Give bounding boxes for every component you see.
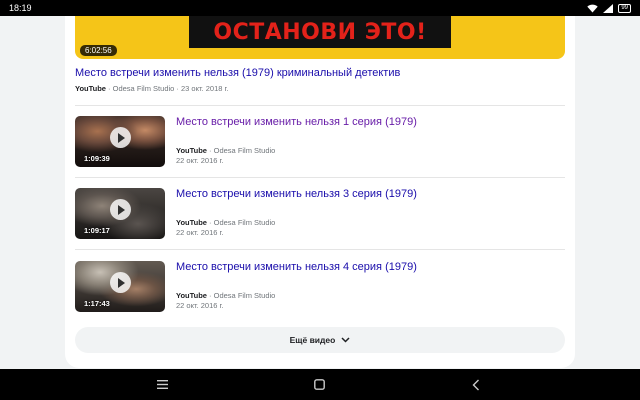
more-videos-label: Ещё видео <box>289 335 336 345</box>
video-source: YouTube · Odesa Film Studio <box>176 146 275 155</box>
video-duration: 1:09:17 <box>84 226 110 235</box>
video-date: 22 окт. 2016 г. <box>176 301 224 310</box>
video-thumbnail[interactable]: 1:09:39 <box>75 116 165 167</box>
signal-icon <box>603 3 614 13</box>
hero-video-thumbnail[interactable]: ОСТАНОВИ ЭТО! 6:02:56 <box>75 16 565 59</box>
hero-banner-text: ОСТАНОВИ ЭТО! <box>213 19 427 45</box>
divider <box>75 249 565 250</box>
divider <box>75 177 565 178</box>
video-results-card: ОСТАНОВИ ЭТО! 6:02:56 Место встречи изме… <box>65 16 575 368</box>
main-result-source: YouTube <box>75 84 106 93</box>
play-icon <box>110 199 131 220</box>
main-result-details: · Odesa Film Studio · 23 окт. 2018 г. <box>105 84 229 93</box>
video-date: 22 окт. 2016 г. <box>176 156 224 165</box>
video-title-link[interactable]: Место встречи изменить нельзя 3 серия (1… <box>176 188 417 200</box>
status-icons: 99 <box>587 2 631 14</box>
divider <box>75 105 565 106</box>
play-icon <box>110 127 131 148</box>
play-icon <box>110 272 131 293</box>
navigation-bar <box>0 369 640 400</box>
video-channel: · Odesa Film Studio <box>206 146 276 155</box>
video-thumbnail[interactable]: 1:09:17 <box>75 188 165 239</box>
video-date: 22 окт. 2016 г. <box>176 228 224 237</box>
hero-duration-badge: 6:02:56 <box>80 45 117 56</box>
video-result-item[interactable]: 1:09:17 Место встречи изменить нельзя 3 … <box>75 188 565 240</box>
video-thumbnail[interactable]: 1:17:43 <box>75 261 165 312</box>
video-title-link[interactable]: Место встречи изменить нельзя 1 серия (1… <box>176 116 417 128</box>
video-title-link[interactable]: Место встречи изменить нельзя 4 серия (1… <box>176 261 417 273</box>
home-icon[interactable] <box>311 378 327 391</box>
battery-icon: 99 <box>618 3 631 13</box>
video-source-site: YouTube <box>176 291 207 300</box>
main-result-title-link[interactable]: Место встречи изменить нельзя (1979) кри… <box>75 67 400 79</box>
video-channel: · Odesa Film Studio <box>206 218 276 227</box>
video-duration: 1:17:43 <box>84 299 110 308</box>
main-result-meta: YouTube · Odesa Film Studio · 23 окт. 20… <box>75 84 228 93</box>
wifi-icon <box>587 4 599 12</box>
chevron-down-icon <box>341 337 350 343</box>
video-result-item[interactable]: 1:09:39 Место встречи изменить нельзя 1 … <box>75 116 565 168</box>
status-time: 18:19 <box>9 3 32 13</box>
video-duration: 1:09:39 <box>84 154 110 163</box>
status-bar: 18:19 99 <box>0 0 640 16</box>
hero-banner: ОСТАНОВИ ЭТО! <box>189 16 451 48</box>
video-channel: · Odesa Film Studio <box>206 291 276 300</box>
more-videos-button[interactable]: Ещё видео <box>75 327 565 353</box>
video-source-site: YouTube <box>176 218 207 227</box>
menu-icon[interactable] <box>154 378 170 391</box>
video-source-site: YouTube <box>176 146 207 155</box>
video-result-item[interactable]: 1:17:43 Место встречи изменить нельзя 4 … <box>75 261 565 313</box>
back-icon[interactable] <box>468 378 484 391</box>
video-source: YouTube · Odesa Film Studio <box>176 218 275 227</box>
video-source: YouTube · Odesa Film Studio <box>176 291 275 300</box>
